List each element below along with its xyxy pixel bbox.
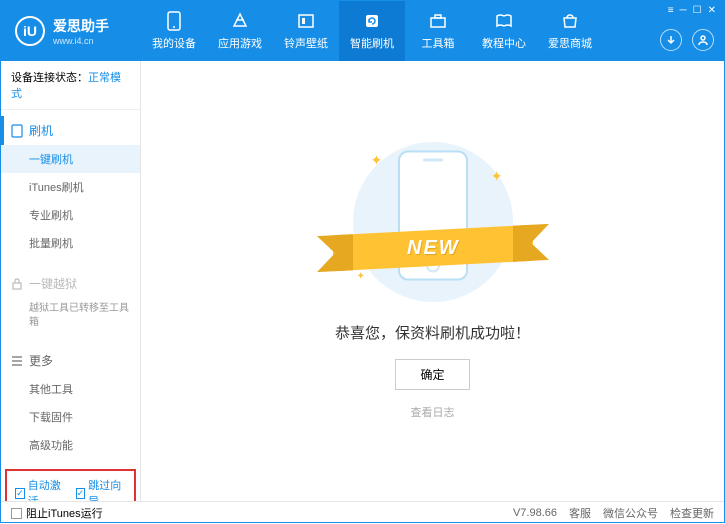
checkbox-auto-activate[interactable]: ✓自动激活: [15, 477, 66, 501]
view-log-link[interactable]: 查看日志: [411, 404, 455, 420]
lock-icon: [11, 278, 23, 290]
ok-button[interactable]: 确定: [395, 359, 469, 390]
refresh-icon: [362, 11, 382, 31]
settings-menu-icon[interactable]: ≡: [668, 5, 674, 16]
download-button[interactable]: [660, 29, 682, 51]
connection-status: 设备连接状态：正常模式: [1, 61, 140, 110]
sidebar-head-jailbreak[interactable]: 一键越狱: [1, 269, 140, 298]
title-bar: iU 爱思助手 www.i4.cn 我的设备 应用游戏 铃声壁纸 智能刷机 工具…: [1, 1, 724, 61]
minimize-icon[interactable]: ─: [680, 5, 687, 16]
main-content: ✦ ✦ ✦ NEW 恭喜您，保资料刷机成功啦！ 确定 查看日志: [141, 61, 724, 501]
maximize-icon[interactable]: ☐: [693, 5, 702, 16]
nav-store[interactable]: 爱思商城: [537, 1, 603, 61]
success-illustration: ✦ ✦ ✦ NEW: [353, 142, 513, 302]
jailbreak-note: 越狱工具已转移至工具箱: [1, 298, 140, 334]
sidebar-item-firmware[interactable]: 下载固件: [1, 403, 140, 431]
checkbox-skip-guide[interactable]: ✓跳过向导: [76, 477, 127, 501]
store-icon: [560, 11, 580, 31]
sidebar-item-oneclick[interactable]: 一键刷机: [1, 145, 140, 173]
checkbox-block-itunes[interactable]: 阻止iTunes运行: [11, 505, 103, 521]
nav-flash[interactable]: 智能刷机: [339, 1, 405, 61]
logo-area: iU 爱思助手 www.i4.cn: [1, 16, 141, 46]
book-icon: [494, 11, 514, 31]
success-message: 恭喜您，保资料刷机成功啦！: [335, 322, 530, 343]
sidebar-item-batch[interactable]: 批量刷机: [1, 229, 140, 257]
sidebar-item-other[interactable]: 其他工具: [1, 375, 140, 403]
wechat-link[interactable]: 微信公众号: [603, 505, 658, 521]
app-logo-icon: iU: [15, 16, 45, 46]
nav-tutorial[interactable]: 教程中心: [471, 1, 537, 61]
list-icon: [11, 356, 23, 366]
window-controls: ≡ ─ ☐ ✕: [668, 5, 716, 16]
toolbox-icon: [428, 11, 448, 31]
nav-ringtones[interactable]: 铃声壁纸: [273, 1, 339, 61]
version-label: V7.98.66: [513, 507, 557, 519]
user-button[interactable]: [692, 29, 714, 51]
wallpaper-icon: [296, 11, 316, 31]
close-icon[interactable]: ✕: [708, 5, 716, 16]
apps-icon: [230, 11, 250, 31]
phone-small-icon: [11, 124, 23, 138]
status-bar: 阻止iTunes运行 V7.98.66 客服 微信公众号 检查更新: [1, 501, 724, 524]
app-title: 爱思助手: [53, 16, 109, 36]
sidebar-head-more[interactable]: 更多: [1, 346, 140, 375]
sidebar-head-flash[interactable]: 刷机: [1, 116, 140, 145]
app-site: www.i4.cn: [53, 36, 109, 46]
sidebar-item-pro[interactable]: 专业刷机: [1, 201, 140, 229]
sidebar-item-advanced[interactable]: 高级功能: [1, 431, 140, 459]
sidebar: 设备连接状态：正常模式 刷机 一键刷机 iTunes刷机 专业刷机 批量刷机 一…: [1, 61, 141, 501]
main-nav: 我的设备 应用游戏 铃声壁纸 智能刷机 工具箱 教程中心 爱思商城: [141, 1, 724, 61]
update-link[interactable]: 检查更新: [670, 505, 714, 521]
nav-toolbox[interactable]: 工具箱: [405, 1, 471, 61]
sidebar-item-itunes[interactable]: iTunes刷机: [1, 173, 140, 201]
service-link[interactable]: 客服: [569, 505, 591, 521]
nav-apps[interactable]: 应用游戏: [207, 1, 273, 61]
nav-my-device[interactable]: 我的设备: [141, 1, 207, 61]
options-box: ✓自动激活 ✓跳过向导: [5, 469, 136, 501]
phone-icon: [164, 11, 184, 31]
